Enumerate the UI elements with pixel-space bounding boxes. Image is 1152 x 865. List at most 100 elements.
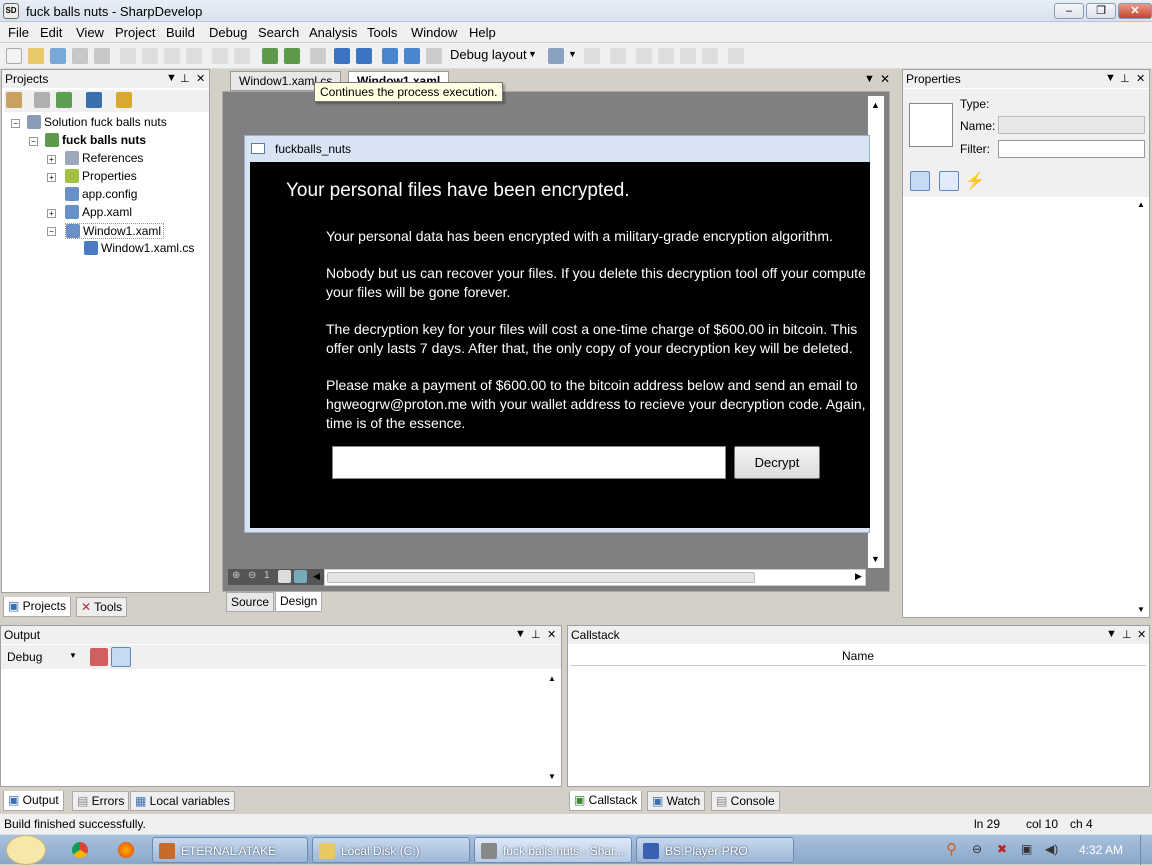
tree-app-xaml[interactable]: App.xaml <box>65 205 132 219</box>
redo-icon[interactable] <box>234 48 250 64</box>
comment-icon[interactable] <box>636 48 652 64</box>
scroll-up-icon[interactable]: ▲ <box>548 674 556 683</box>
tab-console[interactable]: ▤ Console <box>711 791 780 811</box>
pin-icon[interactable]: ⊥ <box>531 628 541 641</box>
maximize-button[interactable]: ❐ <box>1086 3 1116 19</box>
menu-edit[interactable]: Edit <box>40 25 62 40</box>
scroll-thumb[interactable] <box>327 572 755 583</box>
dropdown-icon[interactable]: ▼ <box>515 628 526 640</box>
save-all-icon[interactable] <box>50 48 66 64</box>
navigate-icon[interactable] <box>548 48 564 64</box>
taskbar-item-bsplayer[interactable]: BS.Player PRO <box>636 837 794 863</box>
network-tray-icon[interactable]: ⊖ <box>972 842 982 856</box>
tab-watch[interactable]: ▣ Watch <box>647 791 706 811</box>
menu-tools[interactable]: Tools <box>367 25 397 40</box>
firefox-icon[interactable] <box>118 842 134 858</box>
menu-file[interactable]: File <box>8 25 29 40</box>
decryption-code-input[interactable] <box>332 446 726 479</box>
tree-properties[interactable]: Properties <box>65 169 137 183</box>
chevron-down-icon[interactable]: ▼ <box>69 651 77 660</box>
close-icon[interactable]: ✕ <box>880 72 890 86</box>
rebuild-icon[interactable] <box>284 48 300 64</box>
debug-layout-dropdown[interactable]: Debug layout <box>450 47 527 62</box>
scroll-down-icon[interactable]: ▼ <box>1137 605 1145 614</box>
continue-icon[interactable] <box>310 48 326 64</box>
refresh-icon[interactable] <box>56 92 72 108</box>
tree-window1-xaml[interactable]: Window1.xaml <box>65 223 165 239</box>
menu-help[interactable]: Help <box>469 25 496 40</box>
menu-view[interactable]: View <box>76 25 104 40</box>
grid-icon[interactable] <box>278 570 291 583</box>
copy-icon[interactable] <box>142 48 158 64</box>
chrome-icon[interactable] <box>72 842 88 858</box>
close-button[interactable]: ✕ <box>1118 3 1152 19</box>
close-icon[interactable]: ✕ <box>1137 628 1146 641</box>
pause-icon[interactable] <box>334 48 350 64</box>
menu-search[interactable]: Search <box>258 25 299 40</box>
clock[interactable]: 4:32 AM <box>1079 843 1123 857</box>
decrypt-button[interactable]: Decrypt <box>734 446 820 479</box>
bookmark-icon[interactable] <box>658 48 674 64</box>
zoom-out-icon[interactable]: ⊖ <box>248 570 256 581</box>
menu-window[interactable]: Window <box>411 25 457 40</box>
output-source-select[interactable]: Debug <box>7 650 42 664</box>
dropdown-icon[interactable]: ▼ <box>166 72 177 84</box>
save-as-icon[interactable] <box>94 48 110 64</box>
callstack-column-header[interactable]: Name <box>570 646 1146 666</box>
scroll-right-icon[interactable]: ▶ <box>855 571 862 582</box>
align-icon[interactable] <box>610 48 626 64</box>
events-icon[interactable]: ⚡ <box>965 171 985 191</box>
expander-icon[interactable]: − <box>29 137 38 146</box>
new-file-icon[interactable] <box>6 48 22 64</box>
back-icon[interactable] <box>584 48 600 64</box>
close-icon[interactable]: ✕ <box>547 628 556 641</box>
chevron-down-icon[interactable]: ▼ <box>528 49 537 59</box>
tree-solution[interactable]: Solution fuck balls nuts <box>27 115 167 129</box>
open-folder-icon[interactable] <box>116 92 132 108</box>
tree-references[interactable]: References <box>65 151 143 165</box>
scroll-up-icon[interactable]: ▲ <box>871 100 880 110</box>
scroll-down-icon[interactable]: ▼ <box>871 554 880 564</box>
filter-field[interactable] <box>998 140 1145 158</box>
undo-icon[interactable] <box>212 48 228 64</box>
open-folder-icon[interactable] <box>28 48 44 64</box>
pin-icon[interactable]: ⊥ <box>1122 628 1132 641</box>
volume-tray-icon[interactable]: ◀) <box>1045 842 1058 856</box>
expander-icon[interactable]: − <box>47 227 56 236</box>
tab-callstack[interactable]: ▣ Callstack <box>569 791 643 811</box>
tab-source[interactable]: Source <box>226 592 275 612</box>
pin-icon[interactable]: ⊥ <box>180 72 190 85</box>
expander-icon[interactable]: + <box>47 209 56 218</box>
tab-design[interactable]: Design <box>275 592 323 612</box>
tree-project[interactable]: fuck balls nuts <box>45 133 146 147</box>
bookmark-prev-icon[interactable] <box>680 48 696 64</box>
step-over-icon[interactable] <box>382 48 398 64</box>
tab-output[interactable]: ▣ Output <box>3 791 64 811</box>
pin-icon[interactable]: ⊥ <box>1120 72 1130 85</box>
close-icon[interactable]: ✕ <box>196 72 205 85</box>
vertical-scrollbar[interactable]: ▲ ▼ <box>868 96 884 568</box>
tree-app-config[interactable]: app.config <box>65 187 137 201</box>
taskbar-item-sharpdevelop[interactable]: fuck balls nuts - Shar... <box>474 837 632 863</box>
tab-projects[interactable]: ▣ Projects <box>3 597 72 617</box>
flag-tray-icon[interactable]: ✖ <box>997 842 1007 856</box>
start-button[interactable] <box>6 835 46 865</box>
word-wrap-icon[interactable] <box>111 647 131 667</box>
chevron-down-icon[interactable]: ▼ <box>568 49 577 59</box>
tab-tools[interactable]: ✕ Tools <box>76 597 128 617</box>
zoom-in-icon[interactable]: ⊕ <box>232 570 240 581</box>
cut-icon[interactable] <box>120 48 136 64</box>
dropdown-icon[interactable]: ▼ <box>864 73 875 85</box>
dropdown-icon[interactable]: ▼ <box>1105 72 1116 84</box>
alphabetical-view-icon[interactable] <box>939 171 959 191</box>
tab-local-variables[interactable]: ▦ Local variables <box>130 791 235 811</box>
scroll-left-icon[interactable]: ◀ <box>313 571 320 582</box>
bookmark-next-icon[interactable] <box>702 48 718 64</box>
step-into-icon[interactable] <box>404 48 420 64</box>
save-icon[interactable] <box>72 48 88 64</box>
horizontal-scrollbar[interactable]: ◀ ▶ <box>313 569 866 586</box>
paste-icon[interactable] <box>164 48 180 64</box>
expander-icon[interactable]: + <box>47 173 56 182</box>
taskbar-item-local-disk[interactable]: Local Disk (C:) <box>312 837 470 863</box>
clear-output-icon[interactable] <box>90 648 108 666</box>
